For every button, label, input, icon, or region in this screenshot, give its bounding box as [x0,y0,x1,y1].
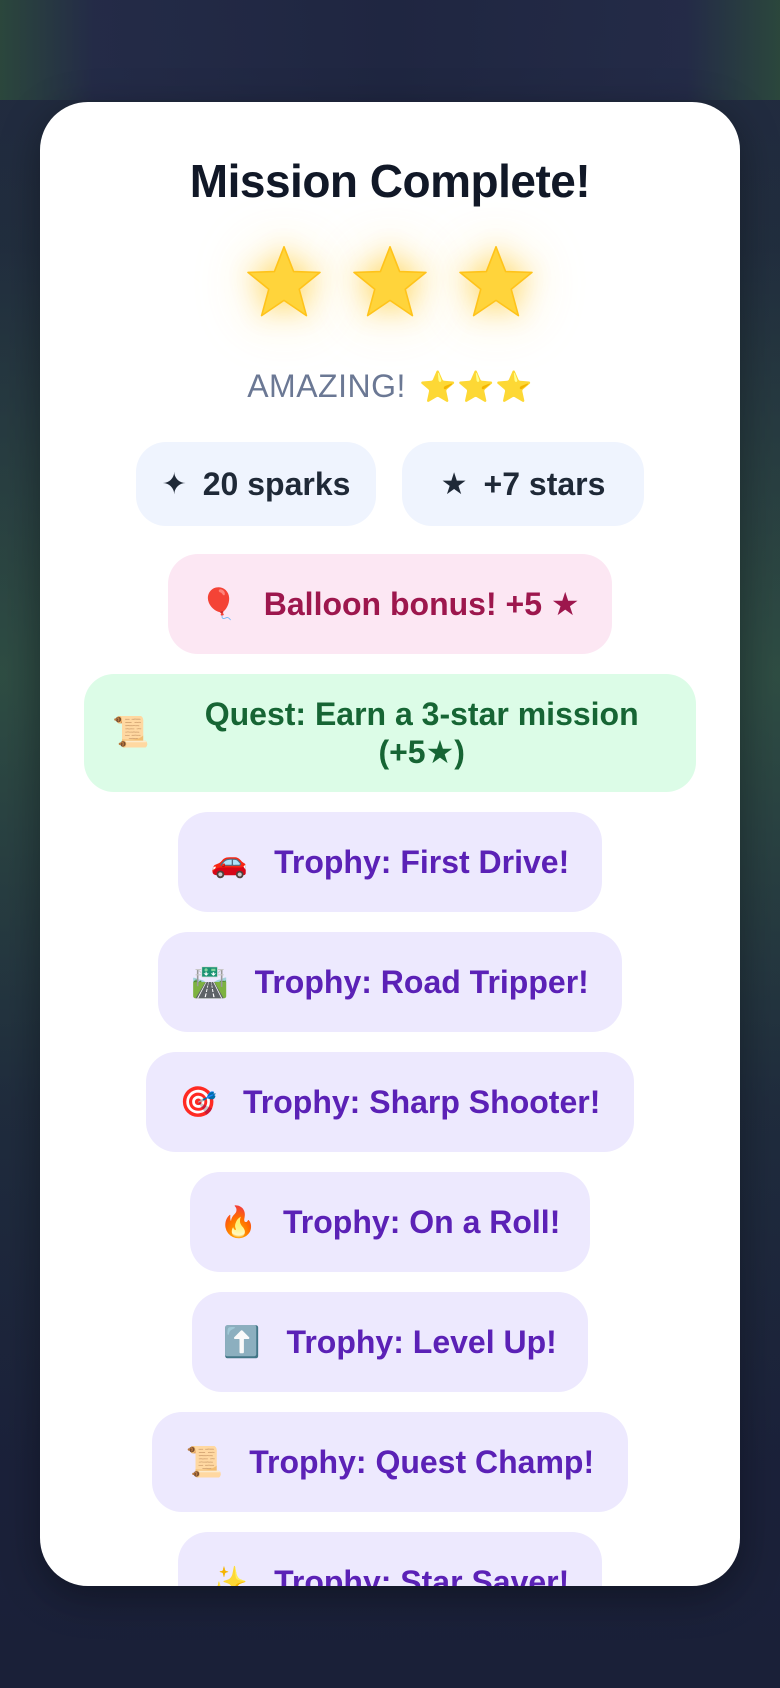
background-header-band [0,0,780,100]
scroll-icon: 📜 [185,1445,224,1479]
trophy-badge-level-up: ⬆️ Trophy: Level Up! [192,1292,588,1392]
stars-reward-pill: ★ +7 stars [402,442,644,526]
rating-verdict: AMAZING! ⭐⭐⭐ [40,368,740,405]
trophy-label: Trophy: First Drive! [274,843,570,880]
sparkles-icon: ✨ [210,1565,249,1587]
trophy-badge-road-tripper: 🛣️ Trophy: Road Tripper! [158,932,622,1032]
trophy-badge-on-a-roll: 🔥 Trophy: On a Roll! [190,1172,590,1272]
star-rating [40,242,740,322]
fire-icon: 🔥 [219,1205,258,1239]
trophy-label: Trophy: Star Saver! [274,1563,570,1587]
star-icon [459,246,533,317]
trophy-badge-sharp-shooter: 🎯 Trophy: Sharp Shooter! [146,1052,634,1152]
star-icon [247,246,321,317]
trophy-label: Trophy: Road Tripper! [254,963,589,1000]
star-icon: ★ [440,467,468,501]
mini-stars: ⭐⭐⭐ [419,371,533,404]
stars-label: +7 stars [483,465,606,502]
dialog-title: Mission Complete! [189,155,591,207]
sparks-reward-pill: ✦ 20 sparks [136,442,376,526]
sparkle-icon: ✦ [161,467,187,501]
mission-complete-dialog: Mission Complete! AMAZING! ⭐⭐⭐ ✦ 20 spar… [40,102,740,1586]
balloon-icon: 🎈 [200,587,238,621]
trophy-label: Trophy: Level Up! [286,1323,557,1360]
sparks-label: 20 sparks [202,465,351,502]
road-icon: 🛣️ [191,965,229,999]
trophy-badge-quest-champ: 📜 Trophy: Quest Champ! [152,1412,628,1512]
target-icon: 🎯 [179,1085,217,1119]
verdict-text: AMAZING! [247,368,406,404]
star-icon [353,246,427,317]
up-arrow-icon: ⬆️ [223,1325,261,1359]
trophy-badge-star-saver: ✨ Trophy: Star Saver! [178,1532,602,1586]
trophy-label: Trophy: Sharp Shooter! [243,1083,601,1120]
reward-summary: ✦ 20 sparks ★ +7 stars [40,442,740,526]
balloon-bonus-badge: 🎈 Balloon bonus! +5 ★ [168,554,612,654]
trophy-badge-first-drive: 🚗 Trophy: First Drive! [178,812,602,912]
quest-label: Quest: Earn a 3-star mission (+5★) [204,695,639,770]
balloon-bonus-label: Balloon bonus! +5 ★ [263,586,580,622]
achievements-list: 🎈 Balloon bonus! +5 ★ 📜 Quest: Earn a 3-… [40,554,740,1586]
trophy-label: Trophy: Quest Champ! [249,1443,595,1480]
scroll-icon: 📜 [112,716,150,749]
quest-badge: 📜 Quest: Earn a 3-star mission (+5★) [84,674,696,792]
car-icon: 🚗 [210,845,249,879]
trophy-label: Trophy: On a Roll! [283,1203,561,1240]
